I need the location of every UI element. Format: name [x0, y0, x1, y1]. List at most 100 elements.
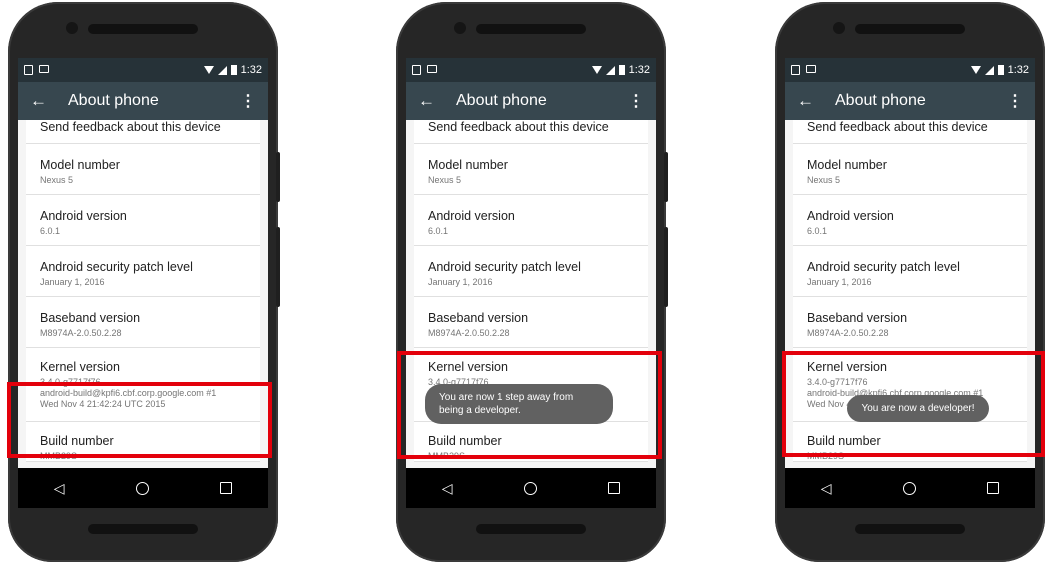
- item-value: Nexus 5: [807, 175, 841, 185]
- list-item-baseband[interactable]: Baseband version M8974A-2.0.50.2.28: [26, 297, 260, 348]
- item-value: 6.0.1: [40, 226, 61, 236]
- list-item-security-patch[interactable]: Android security patch level January 1, …: [793, 246, 1027, 297]
- app-bar: ← About phone ⋮: [785, 82, 1035, 120]
- item-title: Android version: [40, 209, 127, 223]
- highlight-frame-2: [397, 351, 662, 459]
- item-title: Android version: [807, 209, 894, 223]
- nav-home-icon[interactable]: [902, 481, 916, 495]
- battery-icon: [230, 65, 237, 75]
- phone-3: 1:32 ← About phone ⋮ Send feedback about…: [775, 2, 1045, 562]
- nav-back-icon[interactable]: ◁: [821, 480, 832, 497]
- top-speaker: [476, 24, 586, 34]
- wifi-icon: [970, 66, 981, 74]
- top-speaker: [88, 24, 198, 34]
- bottom-speaker: [855, 524, 965, 534]
- item-title: Baseband version: [428, 311, 529, 325]
- item-title: Model number: [807, 158, 887, 172]
- nav-home-icon[interactable]: [523, 481, 537, 495]
- item-title: Send feedback about this device: [428, 120, 609, 134]
- battery-icon: [997, 65, 1004, 75]
- nav-bar: ◁: [18, 468, 268, 508]
- status-time: 1:32: [240, 64, 262, 76]
- signal-icon: [217, 65, 227, 75]
- notification-icon: [791, 65, 800, 75]
- screenshot-icon: [39, 65, 49, 73]
- bottom-speaker: [476, 524, 586, 534]
- list-item-security-patch[interactable]: Android security patch level January 1, …: [414, 246, 648, 297]
- status-bar: 1:32: [785, 58, 1035, 82]
- item-value: January 1, 2016: [428, 277, 493, 287]
- app-bar: ← About phone ⋮: [18, 82, 268, 120]
- back-arrow-icon[interactable]: ←: [797, 91, 827, 111]
- item-title: Baseband version: [807, 311, 908, 325]
- list-item-baseband[interactable]: Baseband version M8974A-2.0.50.2.28: [414, 297, 648, 348]
- bottom-speaker: [88, 524, 198, 534]
- nav-back-icon[interactable]: ◁: [442, 480, 453, 497]
- item-title: Send feedback about this device: [40, 120, 221, 134]
- nav-recents-icon[interactable]: [220, 482, 233, 494]
- item-value: M8974A-2.0.50.2.28: [428, 328, 510, 338]
- item-value: 6.0.1: [428, 226, 449, 236]
- notification-icon: [412, 65, 421, 75]
- nav-bar: ◁: [785, 468, 1035, 508]
- page-title: About phone: [456, 92, 547, 109]
- power-button[interactable]: [276, 152, 280, 202]
- screenshot-icon: [427, 65, 437, 73]
- item-value: Nexus 5: [40, 175, 74, 185]
- overflow-menu-icon[interactable]: ⋮: [1007, 91, 1023, 111]
- camera-icon: [454, 22, 466, 34]
- volume-button[interactable]: [276, 227, 280, 307]
- nav-recents-icon[interactable]: [608, 482, 621, 494]
- list-item-android-version[interactable]: Android version 6.0.1: [793, 195, 1027, 246]
- list-item-baseband[interactable]: Baseband version M8974A-2.0.50.2.28: [793, 297, 1027, 348]
- top-speaker: [855, 24, 965, 34]
- status-bar: 1:32: [18, 58, 268, 82]
- item-value: Nexus 5: [428, 175, 462, 185]
- signal-icon: [605, 65, 615, 75]
- list-item-model-number[interactable]: Model number Nexus 5: [793, 144, 1027, 195]
- battery-icon: [618, 65, 625, 75]
- power-button[interactable]: [664, 152, 668, 202]
- status-bar: 1:32: [406, 58, 656, 82]
- wifi-icon: [203, 66, 214, 74]
- page-title: About phone: [835, 92, 926, 109]
- list-item-feedback[interactable]: Send feedback about this device: [793, 120, 1027, 144]
- list-item-feedback[interactable]: Send feedback about this device: [26, 120, 260, 144]
- list-item-model-number[interactable]: Model number Nexus 5: [414, 144, 648, 195]
- back-arrow-icon[interactable]: ←: [30, 91, 60, 111]
- camera-icon: [66, 22, 78, 34]
- screenshot-icon: [806, 65, 816, 73]
- volume-button[interactable]: [664, 227, 668, 307]
- overflow-menu-icon[interactable]: ⋮: [628, 91, 644, 111]
- item-value: M8974A-2.0.50.2.28: [40, 328, 122, 338]
- page-title: About phone: [68, 92, 159, 109]
- list-item-android-version[interactable]: Android version 6.0.1: [26, 195, 260, 246]
- highlight-frame-1: [7, 382, 272, 458]
- item-title: Android security patch level: [428, 260, 581, 274]
- status-time: 1:32: [1007, 64, 1029, 76]
- item-value: 6.0.1: [807, 226, 828, 236]
- phone-2: 1:32 ← About phone ⋮ Send feedback about…: [396, 2, 668, 562]
- item-title: Android version: [428, 209, 515, 223]
- item-title: Model number: [428, 158, 508, 172]
- nav-recents-icon[interactable]: [987, 482, 1000, 494]
- list-item-security-patch[interactable]: Android security patch level January 1, …: [26, 246, 260, 297]
- list-item-android-version[interactable]: Android version 6.0.1: [414, 195, 648, 246]
- item-title: Model number: [40, 158, 120, 172]
- item-title: Send feedback about this device: [807, 120, 988, 134]
- camera-icon: [833, 22, 845, 34]
- item-title: Baseband version: [40, 311, 141, 325]
- item-value: January 1, 2016: [40, 277, 105, 287]
- phone-1: 1:32 ← About phone ⋮ Send feedback about…: [8, 2, 280, 562]
- signal-icon: [984, 65, 994, 75]
- back-arrow-icon[interactable]: ←: [418, 91, 448, 111]
- overflow-menu-icon[interactable]: ⋮: [240, 91, 256, 111]
- highlight-frame-3: [782, 351, 1045, 457]
- wifi-icon: [591, 66, 602, 74]
- status-time: 1:32: [628, 64, 650, 76]
- list-item-model-number[interactable]: Model number Nexus 5: [26, 144, 260, 195]
- list-item-feedback[interactable]: Send feedback about this device: [414, 120, 648, 144]
- nav-back-icon[interactable]: ◁: [54, 480, 65, 497]
- app-bar: ← About phone ⋮: [406, 82, 656, 120]
- nav-home-icon[interactable]: [135, 481, 149, 495]
